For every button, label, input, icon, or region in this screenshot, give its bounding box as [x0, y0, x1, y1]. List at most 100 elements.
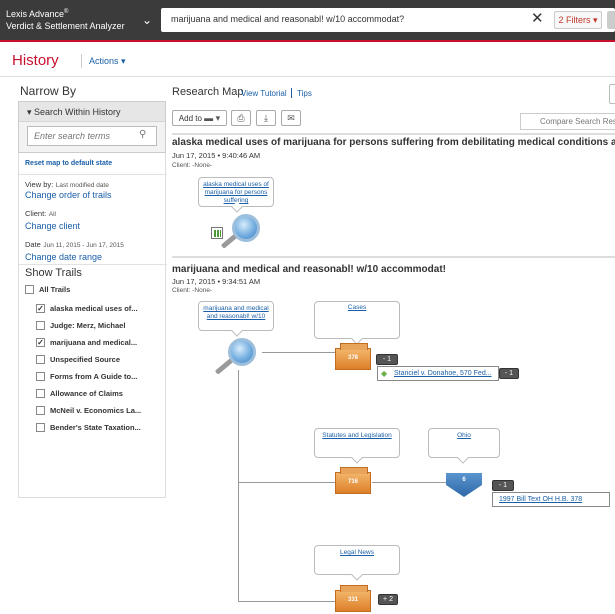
all-trails-checkbox[interactable]: All Trails: [25, 284, 71, 295]
search-date: Jun 17, 2015: [172, 151, 216, 160]
all-trails-label: All Trails: [39, 285, 71, 294]
checkbox[interactable]: [36, 371, 45, 381]
date-value: Jun 11, 2015 - Jun 17, 2015: [43, 242, 124, 249]
connector-line: [238, 601, 336, 602]
view-by-value: Last modified date: [55, 182, 109, 189]
client-row: Client: All: [25, 208, 56, 218]
main-search-box[interactable]: marijuana and medical and reasonabl! w/1…: [161, 8, 615, 32]
checkbox[interactable]: [36, 388, 45, 398]
view-by-label: View by:: [25, 180, 54, 189]
trail-label: Forms from A Guide to...: [50, 372, 138, 381]
section-divider: [172, 133, 615, 135]
clear-search-icon[interactable]: ✕: [531, 10, 544, 28]
reset-map-link[interactable]: Reset map to default state: [25, 160, 112, 167]
header-divider: [0, 76, 615, 77]
search-timestamp: Jun 17, 2015 • 9:34:51 AM: [172, 277, 261, 286]
trail-item[interactable]: ✓ marijuana and medical...: [36, 337, 138, 348]
trail-item[interactable]: Judge: Merz, Michael: [36, 320, 126, 331]
ohio-count: 6: [462, 477, 466, 483]
cases-count: 378: [347, 355, 358, 361]
actions-menu-button[interactable]: Actions ▾: [89, 56, 126, 67]
header-accent-rule: [0, 40, 615, 42]
legal-news-box-icon[interactable]: 331: [335, 585, 371, 612]
search-submit-button[interactable]: [607, 11, 615, 29]
section-divider: [19, 174, 167, 175]
top-bar: Lexis Advance® Verdict & Settlement Anal…: [0, 0, 615, 40]
connector-line: [238, 482, 336, 483]
trail-item[interactable]: ✓ alaska medical uses of...: [36, 303, 138, 314]
compare-search-results-button[interactable]: Compare Search Res: [520, 113, 615, 130]
email-button[interactable]: ✉: [281, 110, 301, 126]
trail-label: McNeil v. Economics La...: [50, 406, 142, 415]
search-within-history-input[interactable]: [27, 126, 157, 146]
checkbox[interactable]: [36, 354, 45, 364]
search-trail-title[interactable]: alaska medical uses of marijuana for per…: [172, 137, 615, 148]
download-icon: ⤓: [264, 113, 268, 123]
checkbox[interactable]: [25, 284, 34, 294]
main-search-input[interactable]: marijuana and medical and reasonabl! w/1…: [171, 14, 404, 24]
view-by-row: View by: Last modified date: [25, 179, 109, 189]
search-icon[interactable]: ⚲: [139, 129, 151, 141]
narrow-by-title: Narrow By: [20, 84, 77, 98]
statutes-box-icon[interactable]: 716: [335, 467, 371, 494]
print-button[interactable]: ⎙: [231, 110, 251, 126]
trail-label: Unspecified Source: [50, 355, 121, 364]
search-trail-title[interactable]: marijuana and medical and reasonabl! w/1…: [172, 264, 446, 275]
expand-badge[interactable]: + 2: [378, 594, 398, 605]
search-time: 9:34:51 AM: [222, 277, 261, 286]
checkbox-checked[interactable]: ✓: [36, 337, 45, 347]
connector-line: [372, 482, 446, 483]
change-date-link[interactable]: Change date range: [25, 252, 102, 262]
trail-label: alaska medical uses of...: [50, 304, 138, 313]
research-map-title: Research Map: [172, 86, 244, 98]
trail-item[interactable]: Bender's State Taxation...: [36, 422, 141, 433]
search-within-history-box: ▾ Search Within History ⚲: [18, 101, 166, 153]
cases-box-icon[interactable]: 378: [335, 343, 371, 370]
product-switcher-chevron-icon[interactable]: ⌄: [136, 11, 158, 29]
view-tutorial-link[interactable]: View Tutorial: [241, 89, 287, 98]
search-time: 9:40:46 AM: [222, 151, 261, 160]
chart-icon[interactable]: [211, 227, 223, 239]
ohio-document-link[interactable]: 1997 Bill Text OH H.B. 378: [492, 492, 610, 507]
trail-label: Bender's State Taxation...: [50, 423, 141, 432]
case-document-title: Stanciel v. Donahoe, 570 Fed...: [394, 370, 492, 377]
trail-item[interactable]: McNeil v. Economics La...: [36, 405, 142, 416]
section-divider: [172, 256, 615, 258]
checkbox-checked[interactable]: ✓: [36, 303, 45, 313]
trail-item[interactable]: Forms from A Guide to...: [36, 371, 138, 382]
download-button[interactable]: ⤓: [256, 110, 276, 126]
section-divider: [19, 264, 167, 265]
expand-badge[interactable]: - 1: [499, 368, 519, 379]
product-brand[interactable]: Lexis Advance® Verdict & Settlement Anal…: [6, 6, 125, 32]
checkbox[interactable]: [36, 405, 45, 415]
folder-icon: ▬ ▾: [204, 113, 221, 123]
search-date: Jun 17, 2015: [172, 277, 216, 286]
connector-line: [262, 352, 336, 353]
case-document-link[interactable]: ◆ Stanciel v. Donahoe, 570 Fed...: [377, 366, 499, 381]
date-row: Date Jun 11, 2015 - Jun 17, 2015: [25, 239, 124, 249]
show-trails-title: Show Trails: [25, 267, 82, 279]
add-to-folder-button[interactable]: Add to ▬ ▾: [172, 110, 227, 126]
checkbox[interactable]: [36, 422, 45, 432]
change-order-link[interactable]: Change order of trails: [25, 190, 112, 200]
trail-label: Judge: Merz, Michael: [50, 321, 126, 330]
view-toggle-button[interactable]: [609, 84, 615, 104]
expand-badge[interactable]: - 1: [376, 354, 398, 365]
trail-item[interactable]: Allowance of Claims: [36, 388, 123, 399]
search-within-history-toggle[interactable]: ▾ Search Within History: [19, 102, 165, 122]
trail-item[interactable]: Unspecified Source: [36, 354, 121, 365]
statutes-count: 716: [347, 479, 358, 485]
title-separator: [81, 54, 82, 68]
checkbox[interactable]: [36, 320, 45, 330]
brand-registered-mark: ®: [64, 9, 69, 15]
connector-line: [238, 370, 239, 602]
print-icon: ⎙: [237, 113, 245, 123]
add-to-label: Add to: [178, 114, 202, 123]
tips-link[interactable]: Tips: [297, 89, 312, 98]
change-client-link[interactable]: Change client: [25, 221, 80, 231]
expand-badge[interactable]: - 1: [492, 480, 514, 491]
product-name: Verdict & Settlement Analyzer: [6, 21, 125, 31]
trail-label: Allowance of Claims: [50, 389, 123, 398]
filters-button[interactable]: 2 Filters ▾: [554, 11, 602, 29]
trail-label: marijuana and medical...: [50, 338, 138, 347]
